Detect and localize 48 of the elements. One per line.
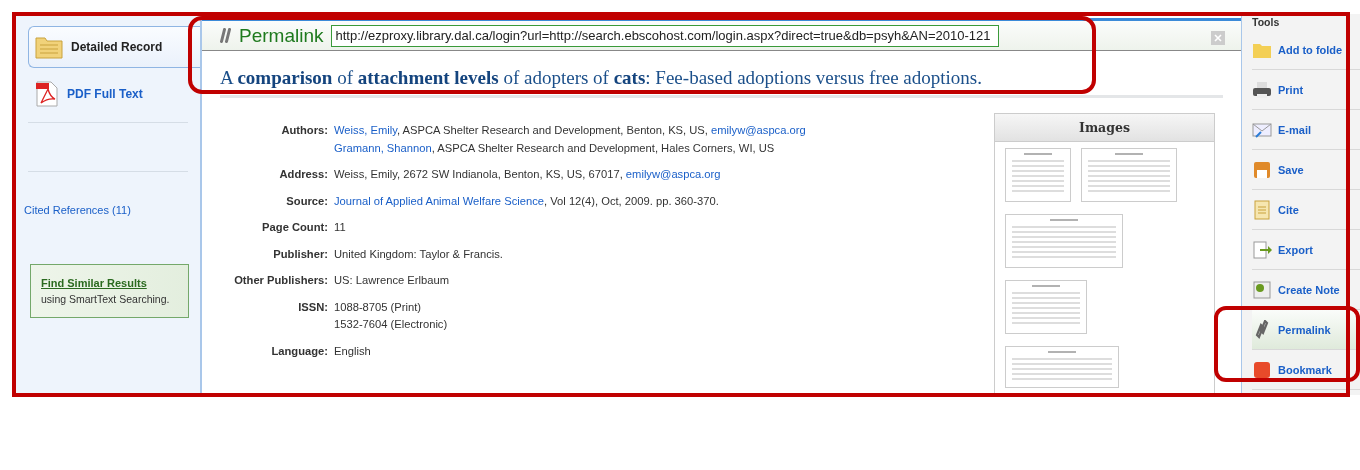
bookmark-icon xyxy=(1252,359,1272,380)
field-label: Page Count: xyxy=(261,220,328,235)
field-label: Source: xyxy=(285,193,328,209)
permalink-url-field[interactable]: http://ezproxy.library.dal.ca/login?url=http://search.ebscohost.com/login.aspx?direct=true&db=psyh&AN=2010-121 xyxy=(331,24,1000,47)
pdf-icon xyxy=(35,81,59,107)
tool-item[interactable]: Print xyxy=(1252,70,1360,110)
tool-item[interactable]: Add to folde xyxy=(1252,30,1360,70)
field-label: Address: xyxy=(278,167,328,182)
cited-references-link[interactable]: Cited References (11) xyxy=(24,204,200,216)
close-icon[interactable] xyxy=(1211,31,1225,45)
note-icon xyxy=(1252,279,1272,300)
field-value: 1532-7604 (Electronic) xyxy=(334,317,449,332)
field-value: United Kingdom: Taylor & Francis. xyxy=(334,246,504,262)
tools-heading: Tools xyxy=(1252,16,1281,28)
field-link[interactable]: emilyw@aspca.org xyxy=(711,124,806,136)
field-link[interactable]: emilyw@aspca.org xyxy=(625,168,721,180)
field-value: 1088-8705 (Print) xyxy=(334,299,423,315)
field-value: 11 xyxy=(334,220,347,235)
images-heading: Images xyxy=(995,114,1214,142)
tool-item[interactable]: Save xyxy=(1252,150,1360,190)
document-icon xyxy=(1252,199,1272,220)
field-value: Gramann, Shannon, ASPCA Shelter Research and Development, Hales Corners, WI, US xyxy=(334,140,776,156)
permalink-label: Permalink xyxy=(239,24,324,47)
field-value: US: Lawrence Erlbaum xyxy=(334,273,451,288)
record-title: A comparison of attachment levels of adopters of cats: Fee-based adoptions versus free adoptions. xyxy=(220,67,1223,98)
field-label: Other Publishers: xyxy=(233,273,328,288)
folder-icon xyxy=(35,35,63,59)
field-label: Authors: xyxy=(280,123,328,138)
field-link[interactable]: Journal of Applied Animal Welfare Science xyxy=(334,194,544,207)
tool-item[interactable]: Cite xyxy=(1252,190,1360,230)
export-icon xyxy=(1252,239,1272,260)
field-value: English xyxy=(334,343,372,359)
find-similar-link[interactable]: Find Similar Results xyxy=(41,275,178,291)
tool-item[interactable]: Permalink xyxy=(1252,310,1360,350)
field-label: Language: xyxy=(270,343,328,359)
field-value: Journal of Applied Animal Welfare Science, Vol 12(4), Oct, 2009. pp. 360-370. xyxy=(334,193,720,209)
sidebar-item[interactable]: Detailed Record xyxy=(28,26,200,68)
field-value: Weiss, Emily, 2672 SW Indianola, Benton, KS, US, 67017, emilyw@aspca.org xyxy=(334,167,722,182)
field-link[interactable]: Weiss, Emily xyxy=(334,124,397,136)
sidebar-item[interactable]: PDF Full Text xyxy=(28,74,200,114)
find-similar-text: using SmartText Searching. xyxy=(41,293,170,305)
tool-item[interactable]: E-mail xyxy=(1252,110,1360,150)
field-label: ISSN: xyxy=(297,299,328,315)
tool-item[interactable]: Bookmark xyxy=(1252,350,1360,390)
field-label: Publisher: xyxy=(272,246,328,262)
tool-item[interactable]: Export xyxy=(1252,230,1360,270)
field-link[interactable]: Gramann, Shannon xyxy=(334,141,432,154)
field-value: Weiss, Emily, ASPCA Shelter Research and Development, Benton, KS, US, emilyw@aspca.org xyxy=(334,123,807,138)
